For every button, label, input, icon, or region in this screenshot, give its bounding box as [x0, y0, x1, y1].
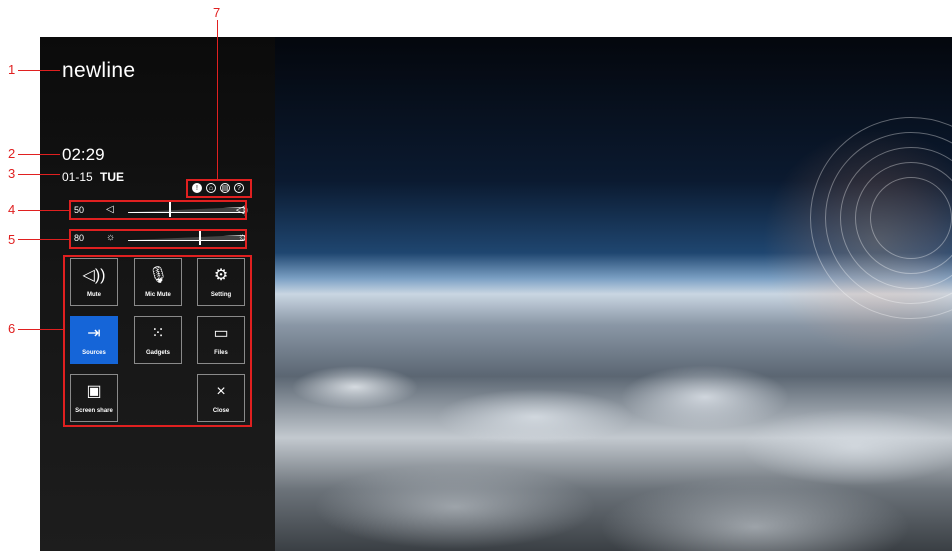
callout-box-7: [186, 179, 252, 198]
callout-box-6: [63, 255, 252, 427]
callout-1: 1: [8, 62, 16, 77]
callout-5: 5: [8, 232, 16, 247]
callout-6: 6: [8, 321, 16, 336]
callout-3: 3: [8, 166, 16, 181]
brand-logo: newline: [62, 59, 136, 82]
clock-time: 02:29: [62, 145, 105, 164]
weekday: TUE: [100, 170, 125, 184]
clock-date: 01-15 TUE: [62, 170, 124, 184]
callout-4: 4: [8, 202, 16, 217]
callout-7: 7: [213, 5, 221, 20]
desktop-wallpaper: [275, 37, 952, 551]
callout-box-4: [69, 200, 247, 220]
callout-box-5: [69, 229, 247, 249]
date-value: 01-15: [62, 170, 93, 184]
callout-2: 2: [8, 146, 16, 161]
